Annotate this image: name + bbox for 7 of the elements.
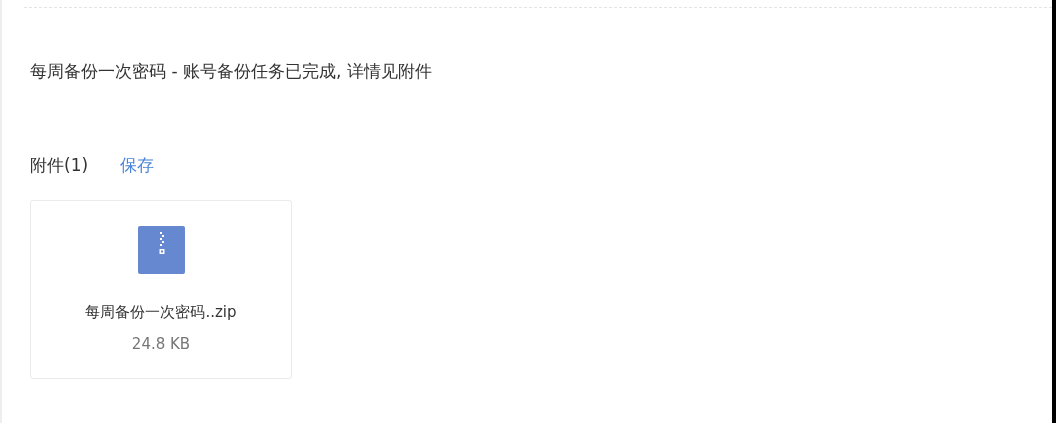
save-link[interactable]: 保存 (120, 153, 155, 177)
file-size: 24.8 KB (131, 334, 191, 354)
file-name: 每周备份一次密码..zip (85, 302, 237, 322)
message-text: 每周备份一次密码 - 账号备份任务已完成, 详情见附件 (29, 60, 433, 83)
zip-file-icon (137, 226, 185, 274)
attachment-card[interactable]: 每周备份一次密码..zip 24.8 KB (30, 200, 292, 379)
attachments-heading: 附件(1) (30, 154, 89, 177)
